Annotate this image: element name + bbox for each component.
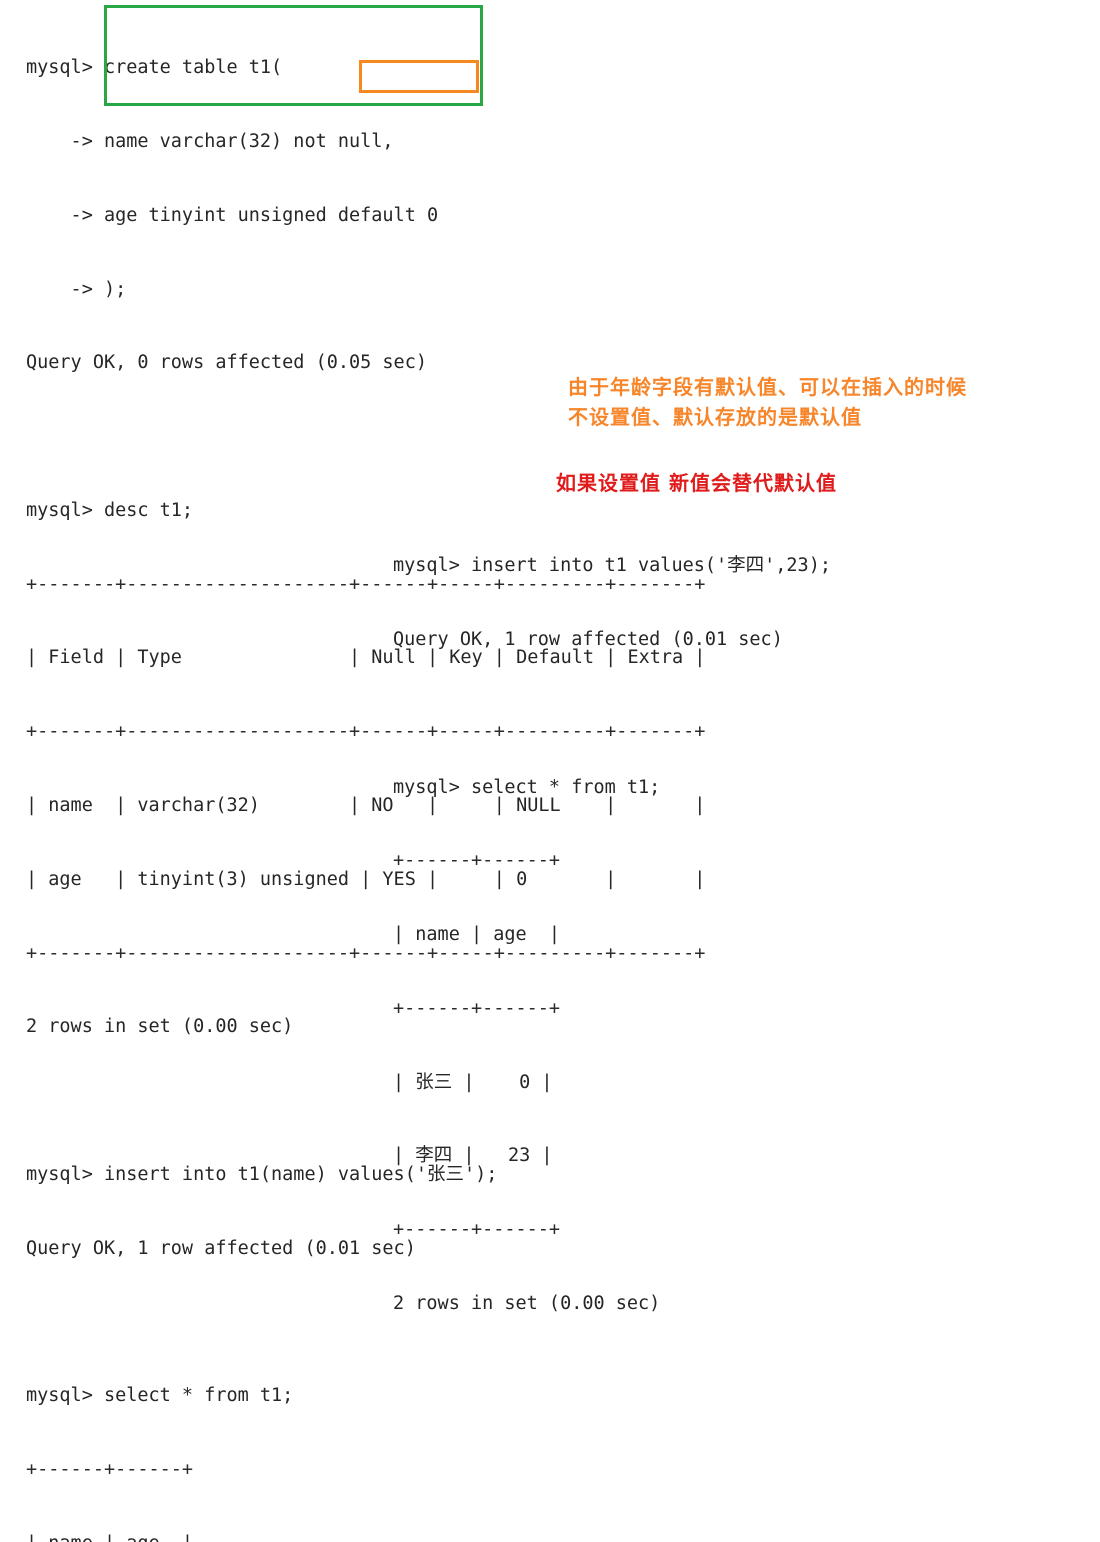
right-terminal-transcript: mysql> insert into t1 values('李四',23); Q… [393,505,831,1341]
terminal-table-row: | 张三 | 0 | [393,1071,553,1093]
terminal-table-rule: +------+------+ [393,997,561,1019]
terminal-line: -> name varchar(32) not null, [26,130,394,152]
terminal-table-rule: +------+------+ [393,850,561,872]
terminal-table-header: | name | age | [26,1532,705,1542]
orange-annotation-note: 由于年龄字段有默认值、可以在插入的时候 不设置值、默认存放的是默认值 [568,375,967,429]
terminal-line: mysql> insert into t1 values('李四',23); [393,555,831,577]
terminal-table-row: | 李四 | 23 | [393,1145,553,1167]
terminal-line: mysql> select * from t1; [26,1385,294,1407]
terminal-table-rule: +------+------+ [26,1459,194,1481]
terminal-line: 2 rows in set (0.00 sec) [393,1293,661,1314]
terminal-line: -> ); [26,278,127,300]
terminal-table-header: | name | age | [393,924,561,946]
terminal-table-rule: +------+------+ [393,1219,561,1241]
red-annotation-note: 如果设置值 新值会替代默认值 [556,471,837,495]
terminal-line: mysql> create table t1( [26,57,283,79]
terminal-line: -> age tinyint unsigned default 0 [26,204,439,226]
terminal-line: mysql> select * from t1; [393,776,661,798]
terminal-line: Query OK, 1 row affected (0.01 sec) [393,628,783,650]
